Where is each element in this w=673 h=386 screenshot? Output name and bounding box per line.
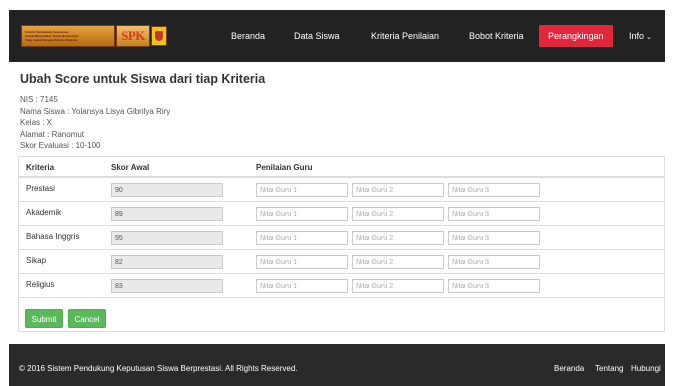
info-nis: NIS : 7145 — [20, 95, 58, 104]
info-skor-evaluasi: Skor Evaluasi : 10-100 — [20, 141, 101, 150]
cancel-button[interactable]: Cancel — [68, 309, 106, 328]
skor-awal-field[interactable] — [111, 255, 223, 269]
kriteria-label: Akademik — [26, 208, 62, 217]
skor-awal-field[interactable] — [111, 279, 223, 293]
kriteria-label: Prestasi — [26, 184, 55, 193]
nav-menu: Beranda Data Siswa Kriteria Penilaian Bo… — [9, 10, 665, 62]
nav-item-bobot-kriteria[interactable]: Bobot Kriteria — [469, 10, 524, 62]
header-penilaian-guru: Penilaian Guru — [256, 163, 313, 172]
table-header: Kriteria Skor Awal Penilaian Guru — [19, 157, 664, 178]
table-row: Bahasa Inggris — [19, 226, 664, 250]
skor-awal-field[interactable] — [111, 231, 223, 245]
skor-awal-field[interactable] — [111, 183, 223, 197]
kriteria-label: Sikap — [26, 256, 47, 265]
skor-awal-field[interactable] — [111, 207, 223, 221]
header-skor-awal: Skor Awal — [111, 163, 150, 172]
nilai-guru-1-input[interactable] — [256, 255, 348, 269]
nilai-guru-3-input[interactable] — [448, 279, 540, 293]
footer: © 2016 Sistem Pendukung Keputusan Siswa … — [9, 344, 665, 386]
footer-link-hubungi[interactable]: Hubungi — [631, 364, 661, 373]
chevron-down-icon: ⌄ — [646, 34, 652, 41]
info-alamat: Alamat : Ranomut — [20, 129, 85, 139]
score-form: Kriteria Skor Awal Penilaian Guru Presta… — [18, 156, 665, 332]
table-row: Sikap — [19, 250, 664, 274]
nav-item-perangkingan[interactable]: Perangkingan — [539, 25, 613, 47]
kriteria-label: Religius — [26, 280, 55, 289]
nav-item-beranda[interactable]: Beranda — [231, 10, 265, 62]
nilai-guru-2-input[interactable] — [352, 207, 444, 221]
nilai-guru-2-input[interactable] — [352, 279, 444, 293]
nilai-guru-2-input[interactable] — [352, 183, 444, 197]
table-row: Prestasi — [19, 178, 664, 202]
nilai-guru-1-input[interactable] — [256, 231, 348, 245]
kriteria-label: Bahasa Inggris — [26, 232, 80, 241]
nav-info-label: Info — [629, 31, 645, 41]
submit-button[interactable]: Submit — [25, 309, 63, 328]
student-info: NIS : 7145 Nama Siswa : Yolansya Lisya G… — [20, 94, 170, 152]
nilai-guru-2-input[interactable] — [352, 255, 444, 269]
nilai-guru-2-input[interactable] — [352, 231, 444, 245]
footer-copyright: © 2016 Sistem Pendukung Keputusan Siswa … — [19, 364, 298, 373]
nilai-guru-3-input[interactable] — [448, 183, 540, 197]
footer-link-beranda[interactable]: Beranda — [554, 364, 584, 373]
nav-item-data-siswa[interactable]: Data Siswa — [294, 10, 340, 62]
nilai-guru-3-input[interactable] — [448, 231, 540, 245]
table-row: Religius — [19, 274, 664, 298]
navbar: Sistem Pendukung Keputusan Untuk Menentu… — [9, 10, 665, 62]
page-title: Ubah Score untuk Siswa dari tiap Kriteri… — [20, 72, 266, 86]
nav-item-info[interactable]: Info ⌄ — [629, 10, 652, 62]
header-kriteria: Kriteria — [26, 163, 55, 172]
footer-link-tentang[interactable]: Tentang — [595, 364, 623, 373]
nilai-guru-1-input[interactable] — [256, 207, 348, 221]
table-row: Akademik — [19, 202, 664, 226]
nilai-guru-3-input[interactable] — [448, 207, 540, 221]
info-kelas: Kelas : X — [20, 118, 53, 127]
info-nama: Nama Siswa : Yolansya Lisya Gibrilya Rir… — [20, 106, 171, 116]
nilai-guru-3-input[interactable] — [448, 255, 540, 269]
nilai-guru-1-input[interactable] — [256, 279, 348, 293]
nilai-guru-1-input[interactable] — [256, 183, 348, 197]
nav-item-kriteria-penilaian[interactable]: Kriteria Penilaian — [371, 10, 439, 62]
